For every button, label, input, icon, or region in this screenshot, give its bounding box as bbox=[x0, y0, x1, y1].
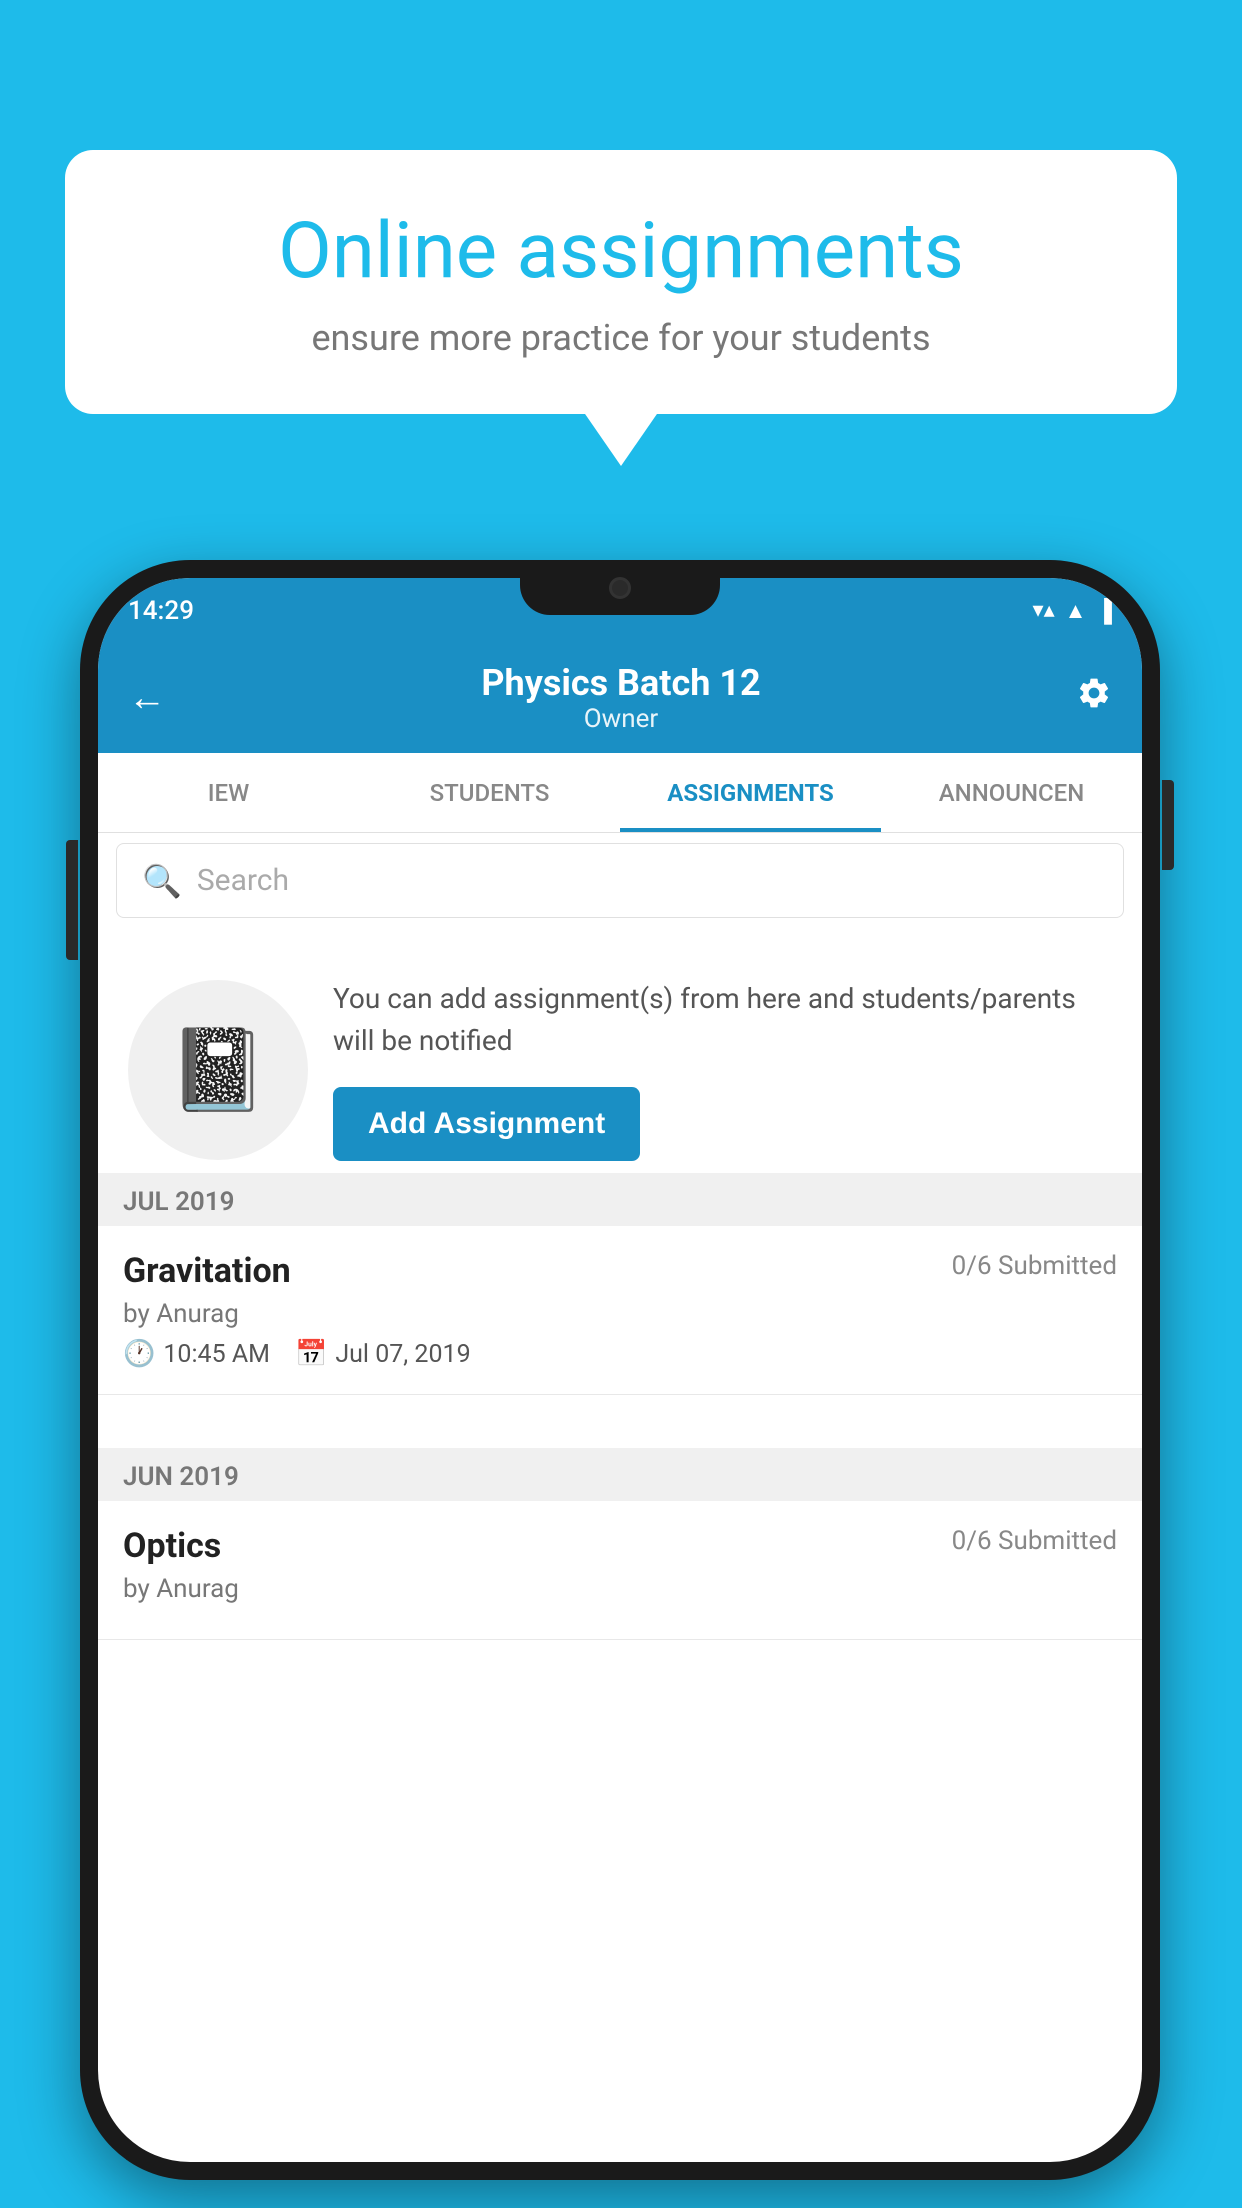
bubble-title: Online assignments bbox=[125, 205, 1117, 299]
assignment-name-optics: Optics bbox=[123, 1526, 221, 1566]
tab-announcements[interactable]: ANNOUNCEN bbox=[881, 753, 1142, 832]
assignment-icon-circle: 📓 bbox=[128, 980, 308, 1160]
bubble-subtitle: ensure more practice for your students bbox=[125, 317, 1117, 359]
batch-title: Physics Batch 12 bbox=[481, 662, 760, 704]
assignment-submitted-gravitation: 0/6 Submitted bbox=[952, 1251, 1117, 1281]
status-icons: ▾▴ ▲ ▐ bbox=[1033, 598, 1112, 624]
assignment-meta-gravitation: 🕐 10:45 AM 📅 Jul 07, 2019 bbox=[123, 1339, 1117, 1369]
tab-students[interactable]: STUDENTS bbox=[359, 753, 620, 832]
assignment-author-gravitation: by Anurag bbox=[123, 1299, 1117, 1329]
phone-screen: 14:29 ▾▴ ▲ ▐ ← Physics Batch 12 Owner bbox=[98, 578, 1142, 2162]
assignment-author-optics: by Anurag bbox=[123, 1574, 1117, 1604]
clock-icon: 🕐 bbox=[123, 1339, 155, 1369]
settings-icon[interactable] bbox=[1076, 675, 1112, 721]
camera bbox=[609, 577, 631, 599]
header-center: Physics Batch 12 Owner bbox=[481, 662, 760, 734]
assignment-submitted-optics: 0/6 Submitted bbox=[952, 1526, 1117, 1556]
phone-mockup: 14:29 ▾▴ ▲ ▐ ← Physics Batch 12 Owner bbox=[80, 560, 1160, 2180]
assignment-time: 🕐 10:45 AM bbox=[123, 1339, 270, 1369]
speech-bubble: Online assignments ensure more practice … bbox=[65, 150, 1177, 414]
speech-bubble-card: Online assignments ensure more practice … bbox=[65, 150, 1177, 414]
add-assignment-button[interactable]: Add Assignment bbox=[333, 1087, 640, 1161]
assignment-item-gravitation[interactable]: Gravitation 0/6 Submitted by Anurag 🕐 10… bbox=[98, 1226, 1142, 1395]
search-icon: 🔍 bbox=[142, 862, 182, 900]
back-button[interactable]: ← bbox=[128, 676, 166, 720]
batch-subtitle: Owner bbox=[481, 704, 760, 734]
search-bar[interactable]: 🔍 Search bbox=[116, 843, 1124, 918]
phone-outer-frame: 14:29 ▾▴ ▲ ▐ ← Physics Batch 12 Owner bbox=[80, 560, 1160, 2180]
empty-state-card: 📓 You can add assignment(s) from here an… bbox=[98, 938, 1142, 1201]
tab-bar: IEW STUDENTS ASSIGNMENTS ANNOUNCEN bbox=[98, 753, 1142, 833]
signal-icon: ▲ bbox=[1065, 598, 1087, 624]
tab-assignments[interactable]: ASSIGNMENTS bbox=[620, 753, 881, 832]
tab-iew[interactable]: IEW bbox=[98, 753, 359, 832]
app-header: ← Physics Batch 12 Owner bbox=[98, 643, 1142, 753]
assignment-top-row-optics: Optics 0/6 Submitted bbox=[123, 1526, 1117, 1566]
assignment-item-optics[interactable]: Optics 0/6 Submitted by Anurag bbox=[98, 1501, 1142, 1640]
gear-svg bbox=[1076, 675, 1112, 711]
wifi-icon: ▾▴ bbox=[1033, 598, 1055, 623]
assignment-name-gravitation: Gravitation bbox=[123, 1251, 291, 1291]
battery-icon: ▐ bbox=[1096, 598, 1112, 624]
assignment-date: 📅 Jul 07, 2019 bbox=[295, 1339, 471, 1369]
phone-notch bbox=[520, 560, 720, 615]
assignment-top-row: Gravitation 0/6 Submitted bbox=[123, 1251, 1117, 1291]
empty-state-description: You can add assignment(s) from here and … bbox=[333, 978, 1112, 1062]
search-placeholder: Search bbox=[197, 863, 289, 898]
notebook-icon: 📓 bbox=[168, 1023, 268, 1117]
month-separator-jun: JUN 2019 bbox=[98, 1448, 1142, 1506]
empty-state-content: You can add assignment(s) from here and … bbox=[333, 978, 1112, 1161]
month-separator-jul: JUL 2019 bbox=[98, 1173, 1142, 1231]
status-time: 14:29 bbox=[128, 596, 194, 626]
calendar-icon: 📅 bbox=[295, 1339, 327, 1369]
